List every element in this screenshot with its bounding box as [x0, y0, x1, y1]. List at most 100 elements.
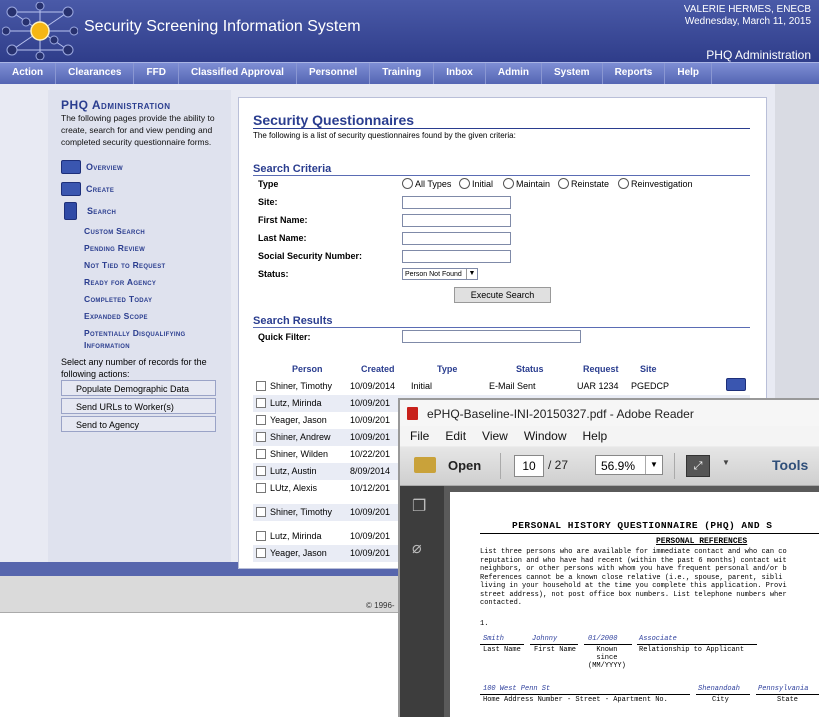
row-checkbox[interactable]	[256, 548, 266, 558]
nav-training[interactable]: Training	[370, 63, 435, 84]
row-checkbox[interactable]	[256, 466, 266, 476]
row-checkbox[interactable]	[256, 432, 266, 442]
sidebar-item-label: Overview	[86, 162, 123, 172]
nav-clearances[interactable]: Clearances	[56, 63, 135, 84]
column-header-created[interactable]: Created	[361, 364, 395, 374]
sidebar-item-search[interactable]: Search	[61, 202, 116, 220]
sidebar-link-potentially-disqualifying[interactable]: Potentially Disqualifying	[84, 328, 185, 338]
send-urls-button[interactable]: Send URLs to Worker(s)	[61, 398, 216, 414]
menu-bar: File Edit View Window Help	[400, 426, 819, 446]
first-name-input[interactable]	[402, 214, 511, 227]
chevron-down-icon: ▼	[645, 456, 662, 474]
radio-circle-icon	[459, 178, 470, 189]
quick-filter-input[interactable]	[402, 330, 581, 343]
sidebar-item-create[interactable]: Create	[61, 182, 114, 196]
menu-view[interactable]: View	[472, 426, 514, 446]
nav-reports[interactable]: Reports	[603, 63, 666, 84]
pdf-item-number: 1.	[480, 620, 489, 628]
pdf-caption-city: City	[712, 696, 729, 704]
chevron-down-icon[interactable]: ▼	[722, 458, 730, 467]
pdf-first-name: Johnny	[532, 635, 558, 643]
menu-help[interactable]: Help	[573, 426, 614, 446]
radio-circle-icon	[402, 178, 413, 189]
sidebar-link-completed-today[interactable]: Completed Today	[84, 294, 152, 304]
column-header-request[interactable]: Request	[583, 364, 619, 374]
radio-initial[interactable]: Initial	[459, 178, 493, 189]
row-checkbox[interactable]	[256, 398, 266, 408]
tools-button[interactable]: Tools	[772, 457, 808, 473]
nav-classified-approval[interactable]: Classified Approval	[179, 63, 297, 84]
row-checkbox[interactable]	[256, 531, 266, 541]
window-titlebar[interactable]: ePHQ-Baseline-INI-20150327.pdf - Adobe R…	[400, 400, 819, 426]
column-header-site[interactable]: Site	[640, 364, 657, 374]
navigation-pane: ❐ ⌀	[400, 486, 444, 717]
last-name-label: Last Name:	[258, 233, 307, 243]
user-name: VALERIE HERMES, ENECB	[683, 4, 811, 15]
ssn-input[interactable]	[402, 250, 511, 263]
radio-reinstate[interactable]: Reinstate	[558, 178, 609, 189]
pages-icon[interactable]: ❐	[412, 496, 426, 516]
pdf-caption-known-since: Known since (MM/YYYY)	[588, 646, 626, 670]
chevron-down-icon: ▼	[466, 269, 477, 279]
page-number-input[interactable]: 10	[514, 455, 544, 477]
open-button[interactable]: Open	[448, 458, 481, 473]
zoom-select[interactable]: 56.9% ▼	[595, 455, 663, 475]
nav-help[interactable]: Help	[665, 63, 713, 84]
table-row[interactable]: Shiner, Timothy 10/09/2014 Initial E-Mai…	[253, 378, 750, 395]
pdf-field-line	[584, 644, 632, 645]
nav-system[interactable]: System	[542, 63, 603, 84]
radio-maintain[interactable]: Maintain	[503, 178, 550, 189]
window-title: ePHQ-Baseline-INI-20150327.pdf - Adobe R…	[427, 407, 694, 421]
network-logo-icon	[2, 2, 78, 60]
status-select[interactable]: Person Not Found ▼	[402, 268, 478, 280]
menu-edit[interactable]: Edit	[435, 426, 472, 446]
pdf-page: PERSONAL HISTORY QUESTIONNAIRE (PHQ) AND…	[450, 492, 819, 717]
row-checkbox[interactable]	[256, 483, 266, 493]
sidebar: PHQ Administration The following pages p…	[48, 90, 231, 562]
radio-circle-icon	[503, 178, 514, 189]
radio-all-types[interactable]: All Types	[402, 178, 451, 189]
nav-ffd[interactable]: FFD	[134, 63, 179, 84]
title-divider	[253, 128, 750, 129]
status-label: Status:	[258, 269, 289, 279]
column-header-status[interactable]: Status	[516, 364, 544, 374]
pdf-field-line	[530, 644, 578, 645]
nav-action[interactable]: Action	[0, 63, 57, 84]
execute-search-button[interactable]: Execute Search	[454, 287, 551, 303]
sidebar-link-not-tied[interactable]: Not Tied to Request	[84, 260, 165, 270]
first-name-label: First Name:	[258, 215, 308, 225]
sidebar-link-expanded-scope[interactable]: Expanded Scope	[84, 311, 148, 321]
row-checkbox[interactable]	[256, 449, 266, 459]
sidebar-link-pending-review[interactable]: Pending Review	[84, 243, 145, 253]
expand-icon[interactable]: ⤢	[686, 455, 710, 477]
quick-filter-label: Quick Filter:	[258, 332, 311, 342]
sidebar-link-ready-for-agency[interactable]: Ready for Agency	[84, 277, 156, 287]
view-record-icon[interactable]	[726, 378, 746, 391]
last-name-input[interactable]	[402, 232, 511, 245]
paperclip-icon[interactable]: ⌀	[412, 538, 422, 558]
type-label: Type	[258, 179, 279, 189]
nav-personnel[interactable]: Personnel	[297, 63, 371, 84]
sidebar-link-information[interactable]: Information	[84, 340, 130, 350]
nav-admin[interactable]: Admin	[486, 63, 542, 84]
row-checkbox[interactable]	[256, 507, 266, 517]
row-checkbox[interactable]	[256, 381, 266, 391]
column-header-type[interactable]: Type	[437, 364, 457, 374]
sidebar-item-overview[interactable]: Overview	[61, 160, 123, 174]
sidebar-link-custom-search[interactable]: Custom Search	[84, 226, 145, 236]
create-icon	[61, 182, 81, 196]
row-checkbox[interactable]	[256, 415, 266, 425]
populate-demographic-button[interactable]: Populate Demographic Data	[61, 380, 216, 396]
menu-window[interactable]: Window	[514, 426, 573, 446]
pdf-last-name: Smith	[483, 635, 505, 643]
adobe-reader-window[interactable]: ePHQ-Baseline-INI-20150327.pdf - Adobe R…	[398, 398, 819, 717]
page-subtitle: The following is a list of security ques…	[253, 131, 516, 140]
nav-inbox[interactable]: Inbox	[434, 63, 486, 84]
site-input[interactable]	[402, 196, 511, 209]
overview-icon	[61, 160, 81, 174]
radio-reinvestigation[interactable]: Reinvestigation	[618, 178, 693, 189]
send-to-agency-button[interactable]: Send to Agency	[61, 416, 216, 432]
menu-file[interactable]: File	[400, 426, 435, 446]
column-header-person[interactable]: Person	[292, 364, 323, 374]
folder-icon[interactable]	[414, 457, 436, 473]
